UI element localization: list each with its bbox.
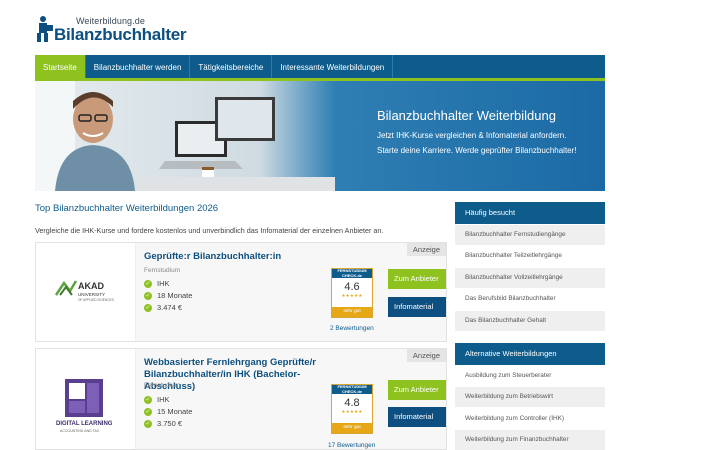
check-icon: ✓ bbox=[144, 291, 152, 300]
ad-badge: Anzeige bbox=[406, 349, 446, 362]
course-title[interactable]: Geprüfte:r Bilanzbuchhalter:in bbox=[144, 251, 324, 263]
hero-title: Bilanzbuchhalter Weiterbildung bbox=[377, 108, 556, 123]
feature-text: 3.474 € bbox=[157, 303, 183, 312]
logo-title-text: Bilanzbuchhalter bbox=[54, 25, 187, 44]
nav-item-interessante-weiterbildungen[interactable]: Interessante Weiterbildungen bbox=[272, 55, 394, 78]
rating-label: sehr gut bbox=[332, 423, 372, 433]
sidebar-heading-alternative-weiterbildungen: Alternative Weiterbildungen bbox=[455, 343, 605, 365]
zum-anbieter-button[interactable]: Zum Anbieter bbox=[388, 380, 446, 400]
check-icon: ✓ bbox=[144, 303, 152, 312]
course-type: Fernstudium bbox=[144, 267, 181, 274]
akad-logo-subtext-2: OF APPLIED SCIENCES bbox=[78, 298, 114, 302]
sidebar-link[interactable]: Bilanzbuchhalter Teilzeitlehrgänge bbox=[455, 246, 605, 266]
ad-badge: Anzeige bbox=[406, 243, 446, 256]
digital-learning-logo-text: DIGITAL LEARNING bbox=[56, 421, 113, 427]
page-title: Top Bilanzbuchhalter Weiterbildungen 202… bbox=[35, 203, 219, 214]
hero-banner: Bilanzbuchhalter Weiterbildung Jetzt IHK… bbox=[35, 81, 605, 191]
rating-seal[interactable]: FERNSTUDIUM CHECK.de 4.8 ★★★★★ sehr gut bbox=[331, 384, 373, 434]
intro-text: Vergleiche die IHK-Kurse und fordere kos… bbox=[35, 226, 384, 235]
zum-anbieter-button[interactable]: Zum Anbieter bbox=[388, 269, 446, 289]
sidebar-link[interactable]: Weiterbildung zum Betriebswirt bbox=[455, 387, 605, 407]
provider-logo-akad[interactable]: AKAD UNIVERSITY OF APPLIED SCIENCES bbox=[36, 243, 136, 341]
infomaterial-button[interactable]: Infomaterial bbox=[388, 407, 446, 427]
rating-label: sehr gut bbox=[332, 307, 372, 317]
infomaterial-button[interactable]: Infomaterial bbox=[388, 297, 446, 317]
sidebar-link[interactable]: Bilanzbuchhalter Vollzeitlehrgänge bbox=[455, 268, 605, 288]
check-icon: ✓ bbox=[144, 407, 152, 416]
check-icon: ✓ bbox=[144, 419, 152, 428]
course-type: Fernstudium bbox=[144, 382, 181, 389]
hero-subtitle-2: Starte deine Karriere. Werde geprüfter B… bbox=[377, 146, 577, 155]
seal-header: FERNSTUDIUM CHECK.de bbox=[332, 268, 372, 278]
check-icon: ✓ bbox=[144, 279, 152, 288]
course-feature: ✓ 18 Monate bbox=[144, 291, 192, 300]
hero-subtitle-1: Jetzt IHK-Kurse vergleichen & Infomateri… bbox=[377, 131, 567, 140]
course-card: DIGITAL LEARNING ACCOUNTING AND TAX Webb… bbox=[35, 348, 447, 450]
course-feature: ✓ 15 Monate bbox=[144, 407, 192, 416]
akad-logo-subtext: UNIVERSITY bbox=[78, 292, 106, 297]
reviews-link[interactable]: 2 Bewertungen bbox=[330, 325, 374, 332]
digital-learning-logo-subtext: ACCOUNTING AND TAX bbox=[60, 429, 100, 433]
rating-stars-icon: ★★★★★ bbox=[341, 293, 363, 298]
main-navigation: Startseite Bilanzbuchhalter werden Tätig… bbox=[35, 55, 605, 81]
check-icon: ✓ bbox=[144, 395, 152, 404]
button-label: Infomaterial bbox=[394, 412, 434, 421]
sidebar-link[interactable]: Bilanzbuchhalter Fernstudiengänge bbox=[455, 225, 605, 245]
sidebar-link[interactable]: Das Bilanzbuchhalter Gehalt bbox=[455, 311, 605, 331]
seal-header: FERNSTUDIUM CHECK.de bbox=[332, 384, 372, 394]
feature-text: 18 Monate bbox=[157, 291, 193, 300]
sidebar-link[interactable]: Ausbildung zum Steuerberater bbox=[455, 366, 605, 386]
rating-score: 4.6 bbox=[344, 281, 360, 293]
feature-text: 15 Monate bbox=[157, 407, 193, 416]
rating-seal[interactable]: FERNSTUDIUM CHECK.de 4.6 ★★★★★ sehr gut bbox=[331, 268, 373, 318]
sidebar-link[interactable]: Das Berufsbild Bilanzbuchhalter bbox=[455, 289, 605, 309]
button-label: Infomaterial bbox=[394, 302, 434, 311]
course-feature: ✓ IHK bbox=[144, 395, 170, 404]
akad-logo-text: AKAD bbox=[78, 281, 104, 291]
button-label: Zum Anbieter bbox=[394, 385, 439, 394]
digital-learning-logo-icon bbox=[65, 379, 103, 417]
nav-item-startseite[interactable]: Startseite bbox=[35, 55, 86, 78]
reviews-link[interactable]: 17 Bewertungen bbox=[328, 442, 375, 449]
rating-stars-icon: ★★★★★ bbox=[341, 409, 363, 414]
button-label: Zum Anbieter bbox=[394, 274, 439, 283]
course-feature: ✓ IHK bbox=[144, 279, 170, 288]
hero-photo bbox=[35, 81, 335, 191]
rating-score: 4.8 bbox=[344, 397, 360, 409]
feature-text: IHK bbox=[157, 395, 170, 404]
site-logo[interactable]: Weiterbildung.de Bilanzbuchhalter bbox=[36, 14, 186, 46]
sidebar-heading-haeufig-besucht: Häufig besucht bbox=[455, 202, 605, 224]
course-card-body: Geprüfte:r Bilanzbuchhalter:in Fernstudi… bbox=[136, 243, 446, 341]
course-feature: ✓ 3.474 € bbox=[144, 303, 182, 312]
nav-item-taetigkeitsbereiche[interactable]: Tätigkeitsbereiche bbox=[190, 55, 273, 78]
sidebar-link[interactable]: Weiterbildung zum Finanzbuchhalter bbox=[455, 430, 605, 450]
provider-logo-digital-learning[interactable]: DIGITAL LEARNING ACCOUNTING AND TAX bbox=[36, 349, 136, 449]
sidebar-link[interactable]: Weiterbildung zum Controller (IHK) bbox=[455, 409, 605, 429]
bookkeeper-figure-icon bbox=[37, 16, 53, 42]
course-card: AKAD UNIVERSITY OF APPLIED SCIENCES Gepr… bbox=[35, 242, 447, 342]
feature-text: 3.750 € bbox=[157, 419, 183, 428]
course-card-body: Webbasierter Fernlehrgang Geprüfte/r Bil… bbox=[136, 349, 446, 449]
feature-text: IHK bbox=[157, 279, 170, 288]
nav-item-bilanzbuchhalter-werden[interactable]: Bilanzbuchhalter werden bbox=[86, 55, 191, 78]
course-feature: ✓ 3.750 € bbox=[144, 419, 182, 428]
